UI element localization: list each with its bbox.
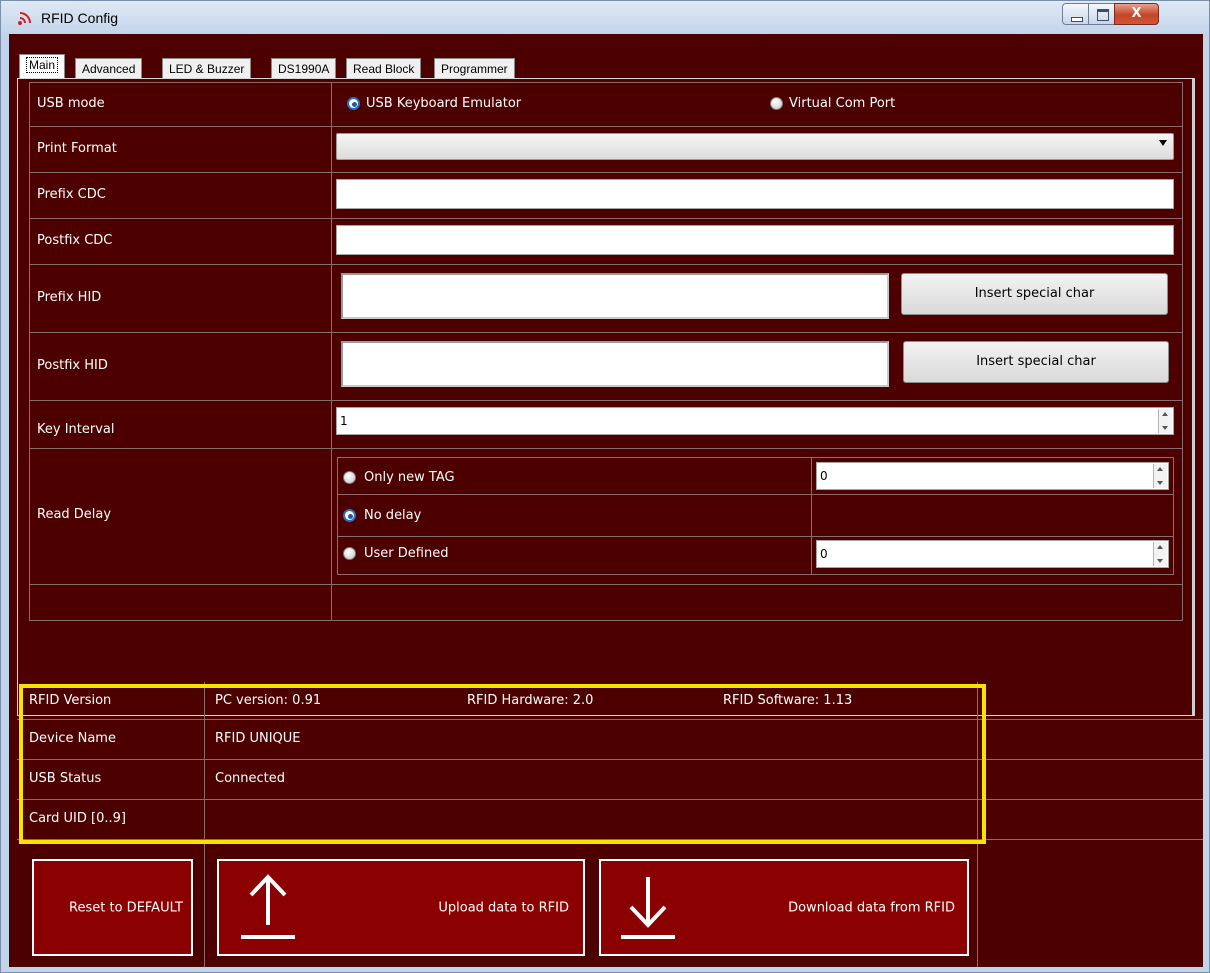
download-button[interactable]: Download data from RFID [599, 859, 969, 956]
maximize-button[interactable] [1088, 3, 1115, 25]
download-arrow-icon [621, 877, 675, 939]
option-divider [338, 494, 1173, 495]
only-new-tag-label: Only new TAG [364, 470, 455, 485]
user-defined-label: User Defined [364, 546, 449, 561]
maximize-icon [1097, 9, 1109, 21]
row-empty [29, 584, 1183, 621]
postfix-cdc-label: Postfix CDC [37, 233, 113, 248]
postfix-insert-special-char-button[interactable]: Insert special char [903, 341, 1169, 383]
only-new-tag-value: 0 [820, 469, 828, 483]
upload-arrow-icon [241, 874, 295, 939]
info-row-usb-status: USB Status Connected [17, 759, 1203, 800]
read-delay-options: Only new TAG 0 No delay User Defined 0 [337, 457, 1174, 575]
tab-read-block[interactable]: Read Block [346, 58, 422, 80]
row-key-interval: Key Interval 1 [29, 400, 1183, 449]
usb-keyboard-radio[interactable] [347, 97, 360, 110]
usb-status-value: Connected [215, 771, 286, 786]
tab-ds1990a-label: DS1990A [278, 62, 330, 76]
row-read-delay: Read Delay Only new TAG 0 No delay User … [29, 448, 1183, 585]
tab-advanced-label: Advanced [82, 62, 136, 76]
minimize-icon [1071, 17, 1083, 22]
no-delay-label: No delay [364, 508, 422, 523]
user-defined-spinbox[interactable]: 0 [816, 540, 1169, 568]
row-prefix-hid: Prefix HID Insert special char [29, 264, 1183, 333]
close-icon: X [1131, 6, 1142, 21]
close-button[interactable]: X [1114, 3, 1159, 25]
print-format-select[interactable] [336, 133, 1174, 160]
option-divider [811, 458, 812, 574]
download-label: Download data from RFID [788, 900, 955, 915]
tab-led-buzzer-label: LED & Buzzer [169, 62, 245, 76]
prefix-insert-special-char-button[interactable]: Insert special char [901, 273, 1168, 315]
device-name-label: Device Name [29, 731, 116, 746]
postfix-hid-label: Postfix HID [37, 358, 108, 373]
upload-button[interactable]: Upload data to RFID [217, 859, 585, 956]
no-delay-radio[interactable] [343, 509, 356, 522]
tab-programmer[interactable]: Programmer [434, 58, 515, 80]
tab-main-label: Main [26, 57, 59, 73]
upload-label: Upload data to RFID [438, 900, 569, 915]
window-title: RFID Config [41, 10, 119, 26]
card-uid-label: Card UID [0..9] [29, 811, 126, 826]
user-defined-value: 0 [820, 547, 828, 561]
option-divider [338, 536, 1173, 537]
info-row-card-uid: Card UID [0..9] [17, 799, 1203, 840]
user-defined-radio[interactable] [343, 547, 356, 560]
tab-advanced[interactable]: Advanced [75, 58, 143, 80]
prefix-cdc-label: Prefix CDC [37, 187, 106, 202]
spin-arrows-icon[interactable] [1153, 464, 1167, 488]
rfid-icon [18, 12, 31, 25]
usb-mode-label: USB mode [37, 96, 105, 111]
postfix-cdc-input[interactable] [336, 225, 1174, 255]
read-delay-label: Read Delay [37, 507, 112, 522]
virtual-com-label: Virtual Com Port [789, 96, 896, 111]
row-postfix-hid: Postfix HID Insert special char [29, 332, 1183, 401]
rfid-version-label: RFID Version [29, 693, 112, 708]
spin-arrows-icon[interactable] [1158, 409, 1172, 433]
info-row-version: RFID Version PC version: 0.91 RFID Hardw… [17, 682, 1203, 720]
tab-ds1990a[interactable]: DS1990A [271, 58, 337, 80]
info-divider [977, 682, 978, 967]
row-print-format: Print Format [29, 126, 1183, 173]
prefix-hid-label: Prefix HID [37, 290, 102, 305]
info-divider [204, 682, 205, 967]
device-name-value: RFID UNIQUE [215, 731, 301, 746]
row-postfix-cdc: Postfix CDC [29, 218, 1183, 265]
usb-keyboard-label: USB Keyboard Emulator [366, 96, 522, 111]
main-tab-panel: USB mode USB Keyboard Emulator Virtual C… [17, 78, 1195, 716]
chevron-down-icon [1159, 140, 1167, 146]
tab-programmer-label: Programmer [441, 62, 508, 76]
info-row-device-name: Device Name RFID UNIQUE [17, 719, 1203, 760]
prefix-hid-input[interactable] [341, 273, 889, 319]
minimize-button[interactable] [1062, 3, 1089, 25]
prefix-cdc-input[interactable] [336, 179, 1174, 209]
reset-default-button[interactable]: Reset to DEFAULT [32, 859, 193, 956]
app-window: RFID Config X Main Advanced LED & Buzzer… [0, 0, 1210, 973]
title-bar[interactable]: RFID Config X [1, 1, 1209, 35]
tab-main[interactable]: Main [19, 54, 66, 78]
usb-status-label: USB Status [29, 771, 102, 786]
only-new-tag-spinbox[interactable]: 0 [816, 462, 1169, 490]
tab-read-block-label: Read Block [353, 62, 415, 76]
postfix-hid-input[interactable] [341, 341, 889, 387]
print-format-label: Print Format [37, 141, 117, 156]
key-interval-label: Key Interval [37, 422, 115, 437]
client-area: Main Advanced LED & Buzzer DS1990A Read … [9, 34, 1203, 967]
key-interval-value: 1 [340, 414, 348, 428]
pc-version-value: PC version: 0.91 [215, 693, 322, 708]
virtual-com-radio[interactable] [770, 97, 783, 110]
key-interval-spinbox[interactable]: 1 [336, 407, 1174, 435]
rfid-hardware-value: RFID Hardware: 2.0 [467, 693, 594, 708]
only-new-tag-radio[interactable] [343, 471, 356, 484]
spin-arrows-icon[interactable] [1153, 542, 1167, 566]
rfid-software-value: RFID Software: 1.13 [723, 693, 853, 708]
tab-led-buzzer[interactable]: LED & Buzzer [162, 58, 252, 80]
reset-default-label: Reset to DEFAULT [69, 900, 183, 915]
row-prefix-cdc: Prefix CDC [29, 172, 1183, 219]
row-usb-mode: USB mode USB Keyboard Emulator Virtual C… [29, 82, 1183, 127]
